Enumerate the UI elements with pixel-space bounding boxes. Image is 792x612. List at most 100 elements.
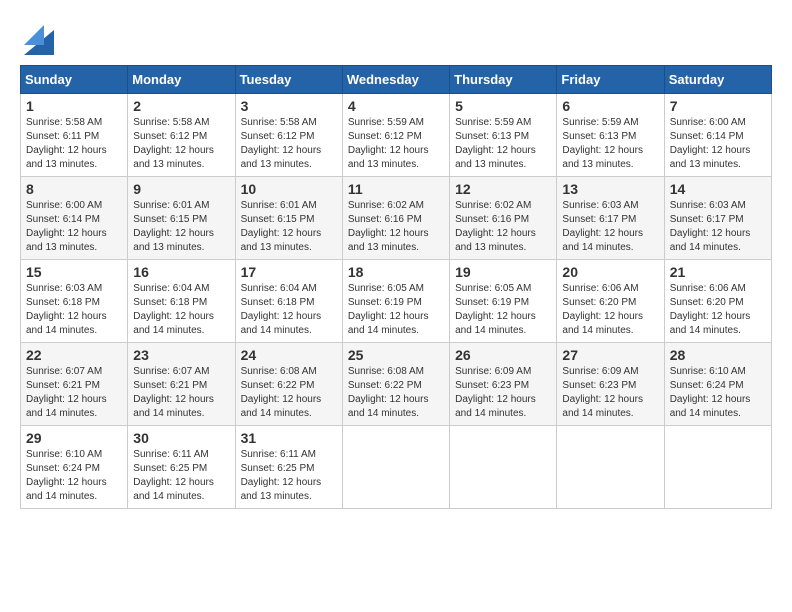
calendar-cell: 8 Sunrise: 6:00 AM Sunset: 6:14 PM Dayli… [21,177,128,260]
day-info: Sunrise: 6:03 AM Sunset: 6:18 PM Dayligh… [26,282,122,338]
day-info: Sunrise: 6:05 AM Sunset: 6:19 PM Dayligh… [455,282,551,338]
calendar-cell: 21 Sunrise: 6:06 AM Sunset: 6:20 PM Dayl… [664,260,771,343]
day-number: 15 [26,264,122,280]
day-number: 10 [241,181,337,197]
calendar-cell: 15 Sunrise: 6:03 AM Sunset: 6:18 PM Dayl… [21,260,128,343]
day-number: 21 [670,264,766,280]
day-info: Sunrise: 6:03 AM Sunset: 6:17 PM Dayligh… [670,199,766,255]
day-number: 27 [562,347,658,363]
day-info: Sunrise: 6:04 AM Sunset: 6:18 PM Dayligh… [133,282,229,338]
calendar-cell: 29 Sunrise: 6:10 AM Sunset: 6:24 PM Dayl… [21,426,128,509]
day-number: 3 [241,98,337,114]
day-info: Sunrise: 6:09 AM Sunset: 6:23 PM Dayligh… [562,365,658,421]
weekday-header: Friday [557,66,664,94]
calendar-cell: 5 Sunrise: 5:59 AM Sunset: 6:13 PM Dayli… [450,94,557,177]
calendar-week-row: 29 Sunrise: 6:10 AM Sunset: 6:24 PM Dayl… [21,426,772,509]
weekday-header: Sunday [21,66,128,94]
day-info: Sunrise: 6:07 AM Sunset: 6:21 PM Dayligh… [26,365,122,421]
calendar-cell: 19 Sunrise: 6:05 AM Sunset: 6:19 PM Dayl… [450,260,557,343]
day-info: Sunrise: 6:04 AM Sunset: 6:18 PM Dayligh… [241,282,337,338]
calendar-cell: 17 Sunrise: 6:04 AM Sunset: 6:18 PM Dayl… [235,260,342,343]
day-info: Sunrise: 6:03 AM Sunset: 6:17 PM Dayligh… [562,199,658,255]
day-number: 14 [670,181,766,197]
calendar-cell [342,426,449,509]
calendar-cell: 20 Sunrise: 6:06 AM Sunset: 6:20 PM Dayl… [557,260,664,343]
weekday-header: Thursday [450,66,557,94]
day-info: Sunrise: 6:11 AM Sunset: 6:25 PM Dayligh… [133,448,229,504]
calendar-cell: 9 Sunrise: 6:01 AM Sunset: 6:15 PM Dayli… [128,177,235,260]
day-info: Sunrise: 5:58 AM Sunset: 6:12 PM Dayligh… [133,116,229,172]
day-number: 8 [26,181,122,197]
calendar-cell [664,426,771,509]
weekday-header: Tuesday [235,66,342,94]
weekday-header: Monday [128,66,235,94]
calendar-cell: 22 Sunrise: 6:07 AM Sunset: 6:21 PM Dayl… [21,343,128,426]
day-number: 19 [455,264,551,280]
calendar-cell: 4 Sunrise: 5:59 AM Sunset: 6:12 PM Dayli… [342,94,449,177]
day-info: Sunrise: 6:08 AM Sunset: 6:22 PM Dayligh… [348,365,444,421]
weekday-header: Wednesday [342,66,449,94]
day-number: 26 [455,347,551,363]
day-info: Sunrise: 5:58 AM Sunset: 6:12 PM Dayligh… [241,116,337,172]
calendar-week-row: 15 Sunrise: 6:03 AM Sunset: 6:18 PM Dayl… [21,260,772,343]
calendar-cell: 14 Sunrise: 6:03 AM Sunset: 6:17 PM Dayl… [664,177,771,260]
day-number: 28 [670,347,766,363]
logo [20,20,54,55]
calendar-cell: 13 Sunrise: 6:03 AM Sunset: 6:17 PM Dayl… [557,177,664,260]
day-info: Sunrise: 6:08 AM Sunset: 6:22 PM Dayligh… [241,365,337,421]
day-number: 7 [670,98,766,114]
day-number: 20 [562,264,658,280]
day-number: 9 [133,181,229,197]
day-number: 22 [26,347,122,363]
calendar-cell: 31 Sunrise: 6:11 AM Sunset: 6:25 PM Dayl… [235,426,342,509]
day-number: 24 [241,347,337,363]
day-info: Sunrise: 6:02 AM Sunset: 6:16 PM Dayligh… [348,199,444,255]
day-info: Sunrise: 6:06 AM Sunset: 6:20 PM Dayligh… [562,282,658,338]
day-number: 18 [348,264,444,280]
calendar-cell: 12 Sunrise: 6:02 AM Sunset: 6:16 PM Dayl… [450,177,557,260]
calendar-cell: 1 Sunrise: 5:58 AM Sunset: 6:11 PM Dayli… [21,94,128,177]
calendar-cell: 11 Sunrise: 6:02 AM Sunset: 6:16 PM Dayl… [342,177,449,260]
day-info: Sunrise: 6:10 AM Sunset: 6:24 PM Dayligh… [26,448,122,504]
day-info: Sunrise: 6:02 AM Sunset: 6:16 PM Dayligh… [455,199,551,255]
calendar-week-row: 1 Sunrise: 5:58 AM Sunset: 6:11 PM Dayli… [21,94,772,177]
calendar-cell: 6 Sunrise: 5:59 AM Sunset: 6:13 PM Dayli… [557,94,664,177]
calendar-cell: 28 Sunrise: 6:10 AM Sunset: 6:24 PM Dayl… [664,343,771,426]
day-number: 5 [455,98,551,114]
day-info: Sunrise: 6:06 AM Sunset: 6:20 PM Dayligh… [670,282,766,338]
day-info: Sunrise: 6:05 AM Sunset: 6:19 PM Dayligh… [348,282,444,338]
day-number: 29 [26,430,122,446]
day-info: Sunrise: 6:00 AM Sunset: 6:14 PM Dayligh… [670,116,766,172]
calendar-cell: 23 Sunrise: 6:07 AM Sunset: 6:21 PM Dayl… [128,343,235,426]
day-number: 23 [133,347,229,363]
day-info: Sunrise: 6:11 AM Sunset: 6:25 PM Dayligh… [241,448,337,504]
day-number: 2 [133,98,229,114]
day-info: Sunrise: 6:01 AM Sunset: 6:15 PM Dayligh… [241,199,337,255]
calendar-cell: 30 Sunrise: 6:11 AM Sunset: 6:25 PM Dayl… [128,426,235,509]
calendar-cell: 16 Sunrise: 6:04 AM Sunset: 6:18 PM Dayl… [128,260,235,343]
calendar-cell: 25 Sunrise: 6:08 AM Sunset: 6:22 PM Dayl… [342,343,449,426]
calendar-week-row: 8 Sunrise: 6:00 AM Sunset: 6:14 PM Dayli… [21,177,772,260]
day-number: 6 [562,98,658,114]
calendar-cell [557,426,664,509]
calendar-table: SundayMondayTuesdayWednesdayThursdayFrid… [20,65,772,509]
day-info: Sunrise: 6:09 AM Sunset: 6:23 PM Dayligh… [455,365,551,421]
day-number: 1 [26,98,122,114]
calendar-cell: 27 Sunrise: 6:09 AM Sunset: 6:23 PM Dayl… [557,343,664,426]
day-info: Sunrise: 6:10 AM Sunset: 6:24 PM Dayligh… [670,365,766,421]
day-number: 17 [241,264,337,280]
calendar-cell: 2 Sunrise: 5:58 AM Sunset: 6:12 PM Dayli… [128,94,235,177]
day-info: Sunrise: 6:00 AM Sunset: 6:14 PM Dayligh… [26,199,122,255]
day-info: Sunrise: 6:07 AM Sunset: 6:21 PM Dayligh… [133,365,229,421]
day-number: 30 [133,430,229,446]
day-info: Sunrise: 5:59 AM Sunset: 6:13 PM Dayligh… [455,116,551,172]
calendar-cell: 24 Sunrise: 6:08 AM Sunset: 6:22 PM Dayl… [235,343,342,426]
day-number: 11 [348,181,444,197]
weekday-header-row: SundayMondayTuesdayWednesdayThursdayFrid… [21,66,772,94]
calendar-cell: 7 Sunrise: 6:00 AM Sunset: 6:14 PM Dayli… [664,94,771,177]
calendar-cell: 10 Sunrise: 6:01 AM Sunset: 6:15 PM Dayl… [235,177,342,260]
weekday-header: Saturday [664,66,771,94]
calendar-week-row: 22 Sunrise: 6:07 AM Sunset: 6:21 PM Dayl… [21,343,772,426]
day-number: 16 [133,264,229,280]
calendar-cell: 18 Sunrise: 6:05 AM Sunset: 6:19 PM Dayl… [342,260,449,343]
